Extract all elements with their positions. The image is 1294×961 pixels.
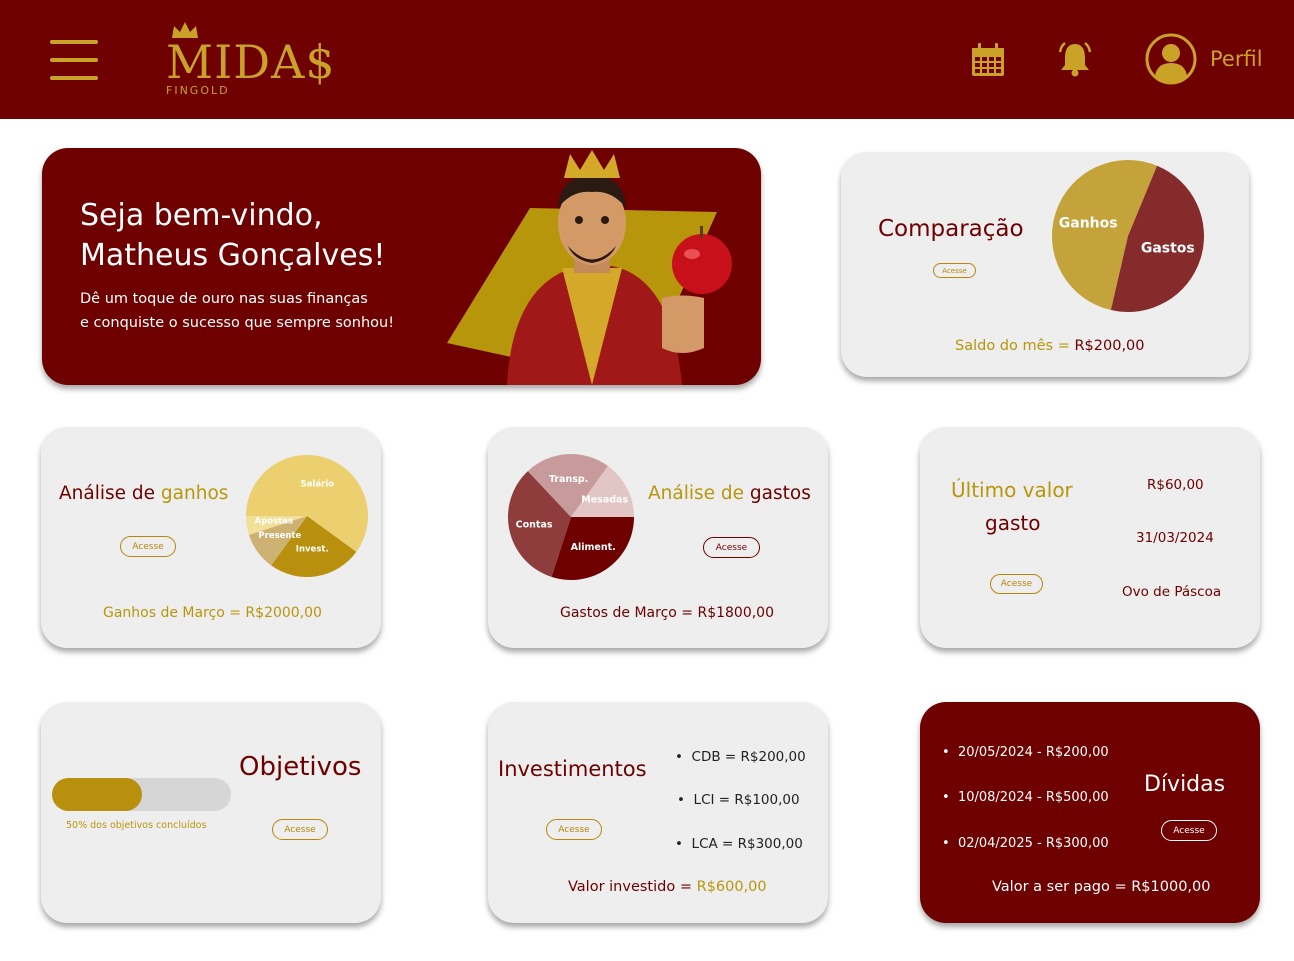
- ultimo-date: 31/03/2024: [1136, 530, 1214, 546]
- menu-icon[interactable]: [50, 40, 98, 80]
- dividas-item: • 10/08/2024 - R$500,00: [942, 790, 1109, 805]
- investimentos-total-label: Valor investido =: [568, 879, 692, 895]
- welcome-banner: Seja bem-vindo, Matheus Gonçalves! Dê um…: [42, 148, 761, 385]
- profile-label: Perfil: [1210, 47, 1263, 71]
- welcome-title-line2: Matheus Gonçalves!: [80, 238, 386, 273]
- objetivos-title: Objetivos: [239, 752, 362, 782]
- gastos-label-1: Contas: [516, 520, 553, 531]
- ultimo-title-line1: Último valor: [951, 478, 1073, 502]
- investimento-cdb: CDB = R$200,00: [691, 749, 806, 765]
- comparacao-title: Comparação: [878, 216, 1024, 242]
- gastos-label-3: Mesadas: [581, 494, 628, 505]
- logo-subtitle: FINGOLD: [166, 84, 230, 97]
- dividas-acesse-button[interactable]: Acesse: [1161, 820, 1217, 841]
- objetivos-progress-bar: [52, 778, 231, 811]
- investimentos-total: Valor investido = R$600,00: [568, 879, 767, 895]
- ganhos-title-a: Análise de: [59, 483, 156, 504]
- bell-icon[interactable]: [1056, 40, 1094, 78]
- king-mascot-illustration: [447, 150, 732, 385]
- ganhos-label-1: Invest.: [296, 545, 329, 555]
- comparacao-label-0: Ganhos: [1059, 215, 1118, 231]
- objetivos-card: Objetivos 50% dos objetivos concluídos A…: [41, 702, 381, 923]
- investimentos-item: • CDB = R$200,00: [675, 749, 806, 765]
- objetivos-progress-fill: [52, 778, 142, 811]
- gastos-label-0: Aliment.: [571, 542, 616, 553]
- investimentos-item: • LCA = R$300,00: [675, 836, 803, 852]
- calendar-icon[interactable]: [970, 42, 1006, 78]
- gastos-pie-chart: Aliment. Contas Transp. Mesadas: [508, 454, 634, 580]
- saldo-value: R$200,00: [1074, 338, 1145, 354]
- ganhos-label-0: Salário: [301, 480, 335, 490]
- investimentos-acesse-button[interactable]: Acesse: [546, 819, 602, 840]
- investimentos-card: Investimentos Acesse • CDB = R$200,00 • …: [488, 702, 828, 923]
- welcome-title-line1: Seja bem-vindo,: [80, 198, 323, 233]
- divida-1: 20/05/2024 - R$200,00: [957, 745, 1109, 760]
- saldo-label: Saldo do mês =: [955, 338, 1070, 354]
- ultimo-valor-card: Último valor gasto Acesse R$60,00 31/03/…: [920, 427, 1260, 648]
- comparacao-pie-chart: Ganhos Gastos: [1052, 159, 1204, 312]
- comparacao-acesse-button[interactable]: Acesse: [933, 263, 976, 278]
- gastos-acesse-button[interactable]: Acesse: [703, 537, 760, 558]
- ganhos-acesse-button[interactable]: Acesse: [120, 536, 176, 557]
- dividas-title: Dívidas: [1144, 772, 1226, 797]
- user-avatar-icon: [1145, 33, 1197, 85]
- objetivos-acesse-button[interactable]: Acesse: [272, 819, 328, 840]
- dividas-item: • 20/05/2024 - R$200,00: [942, 745, 1109, 760]
- ultimo-acesse-button[interactable]: Acesse: [990, 574, 1043, 594]
- investimento-lca: LCA = R$300,00: [691, 836, 803, 852]
- investimento-lci: LCI = R$100,00: [693, 792, 800, 808]
- gastos-title-a: Análise de: [648, 483, 745, 504]
- ganhos-title-b: ganhos: [160, 483, 229, 504]
- divida-3: 02/04/2025 - R$300,00: [957, 836, 1109, 851]
- investimentos-total-value: R$600,00: [696, 879, 767, 895]
- gastos-label-2: Transp.: [549, 474, 588, 485]
- gastos-card: Aliment. Contas Transp. Mesadas Análise de …: [488, 427, 828, 648]
- dividas-item: • 02/04/2025 - R$300,00: [942, 836, 1109, 851]
- logo-text: MIDA$: [166, 35, 336, 89]
- objetivos-progress-text: 50% dos objetivos concluídos: [66, 820, 207, 831]
- ganhos-total: Ganhos de Março = R$2000,00: [103, 605, 322, 621]
- ganhos-label-2: Presente: [258, 531, 301, 541]
- ultimo-description: Ovo de Páscoa: [1122, 584, 1222, 600]
- ganhos-title: Análise de ganhos: [59, 483, 228, 504]
- comparacao-label-1: Gastos: [1141, 241, 1195, 257]
- ganhos-card: Análise de ganhos Acesse Salário Invest. P…: [41, 427, 381, 648]
- ultimo-value: R$60,00: [1147, 477, 1204, 493]
- dividas-total: Valor a ser pago = R$1000,00: [992, 879, 1211, 895]
- ganhos-label-3: Apostas: [255, 517, 293, 527]
- divida-2: 10/08/2024 - R$500,00: [957, 790, 1109, 805]
- comparacao-card: Comparação Acesse Ganhos Gastos Saldo do …: [841, 152, 1249, 377]
- welcome-subtitle-line2: e conquiste o sucesso que sempre sonhou!: [80, 315, 395, 331]
- gastos-title: Análise de gastos: [648, 483, 811, 504]
- investimentos-item: • LCI = R$100,00: [677, 792, 800, 808]
- midas-logo[interactable]: MIDA$ FINGOLD: [162, 20, 335, 100]
- saldo-line: Saldo do mês = R$200,00: [955, 338, 1145, 354]
- profile-button[interactable]: Perfil: [1144, 30, 1263, 88]
- gastos-total: Gastos de Março = R$1800,00: [560, 605, 774, 621]
- top-bar: MIDA$ FINGOLD Perfil: [0, 0, 1294, 119]
- investimentos-title: Investimentos: [498, 757, 647, 781]
- ultimo-title-line2: gasto: [985, 511, 1041, 535]
- gastos-title-b: gastos: [749, 483, 811, 504]
- welcome-subtitle-line1: Dê um toque de ouro nas suas finanças: [80, 291, 368, 307]
- ganhos-pie-chart: Salário Invest. Presente Apostas: [246, 455, 368, 577]
- dividas-card: • 20/05/2024 - R$200,00 • 10/08/2024 - R…: [920, 702, 1260, 923]
